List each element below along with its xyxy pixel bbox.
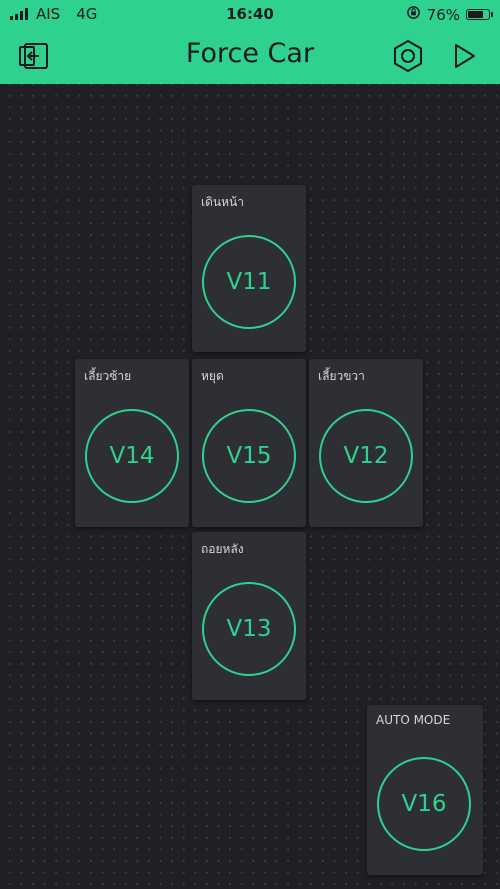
widget-button[interactable]: V16 xyxy=(377,757,471,851)
widget-button[interactable]: V13 xyxy=(202,582,296,676)
play-button[interactable] xyxy=(446,40,482,72)
battery-percent: 76% xyxy=(426,5,460,24)
pin-label: V11 xyxy=(226,269,272,295)
button-widget-auto-mode[interactable]: AUTO MODE V16 xyxy=(367,705,483,875)
widget-label: AUTO MODE xyxy=(376,713,451,727)
widget-label: เลี้ยวขวา xyxy=(318,369,365,383)
button-widget-stop[interactable]: หยุด V15 xyxy=(192,359,306,527)
widget-label: ถอยหลัง xyxy=(201,542,244,556)
hexagon-settings-icon xyxy=(394,39,422,73)
status-bar: AIS 4G 16:40 76% xyxy=(0,0,500,28)
pin-label: V12 xyxy=(343,443,389,469)
button-widget-backward[interactable]: ถอยหลัง V13 xyxy=(192,532,306,700)
app-header: AIS 4G 16:40 76% Force Car xyxy=(0,0,500,84)
widget-label: หยุด xyxy=(201,369,224,383)
widget-button[interactable]: V15 xyxy=(202,409,296,503)
dashboard-canvas: เดินหน้า V11 เลี้ยวซ้าย V14 หยุด V15 เลี… xyxy=(0,84,500,889)
pin-label: V13 xyxy=(226,616,272,642)
button-widget-forward[interactable]: เดินหน้า V11 xyxy=(192,185,306,352)
orientation-lock-icon xyxy=(406,5,421,24)
widget-label: เดินหน้า xyxy=(201,195,244,209)
battery-icon xyxy=(466,9,493,20)
pin-label: V14 xyxy=(109,443,155,469)
pin-label: V15 xyxy=(226,443,272,469)
button-widget-left[interactable]: เลี้ยวซ้าย V14 xyxy=(75,359,189,527)
pin-label: V16 xyxy=(401,791,447,817)
play-icon xyxy=(455,44,475,68)
widget-label: เลี้ยวซ้าย xyxy=(84,369,132,383)
widget-button[interactable]: V12 xyxy=(319,409,413,503)
widget-button[interactable]: V11 xyxy=(202,235,296,329)
widget-button[interactable]: V14 xyxy=(85,409,179,503)
settings-button[interactable] xyxy=(390,39,426,73)
button-widget-right[interactable]: เลี้ยวขวา V12 xyxy=(309,359,423,527)
